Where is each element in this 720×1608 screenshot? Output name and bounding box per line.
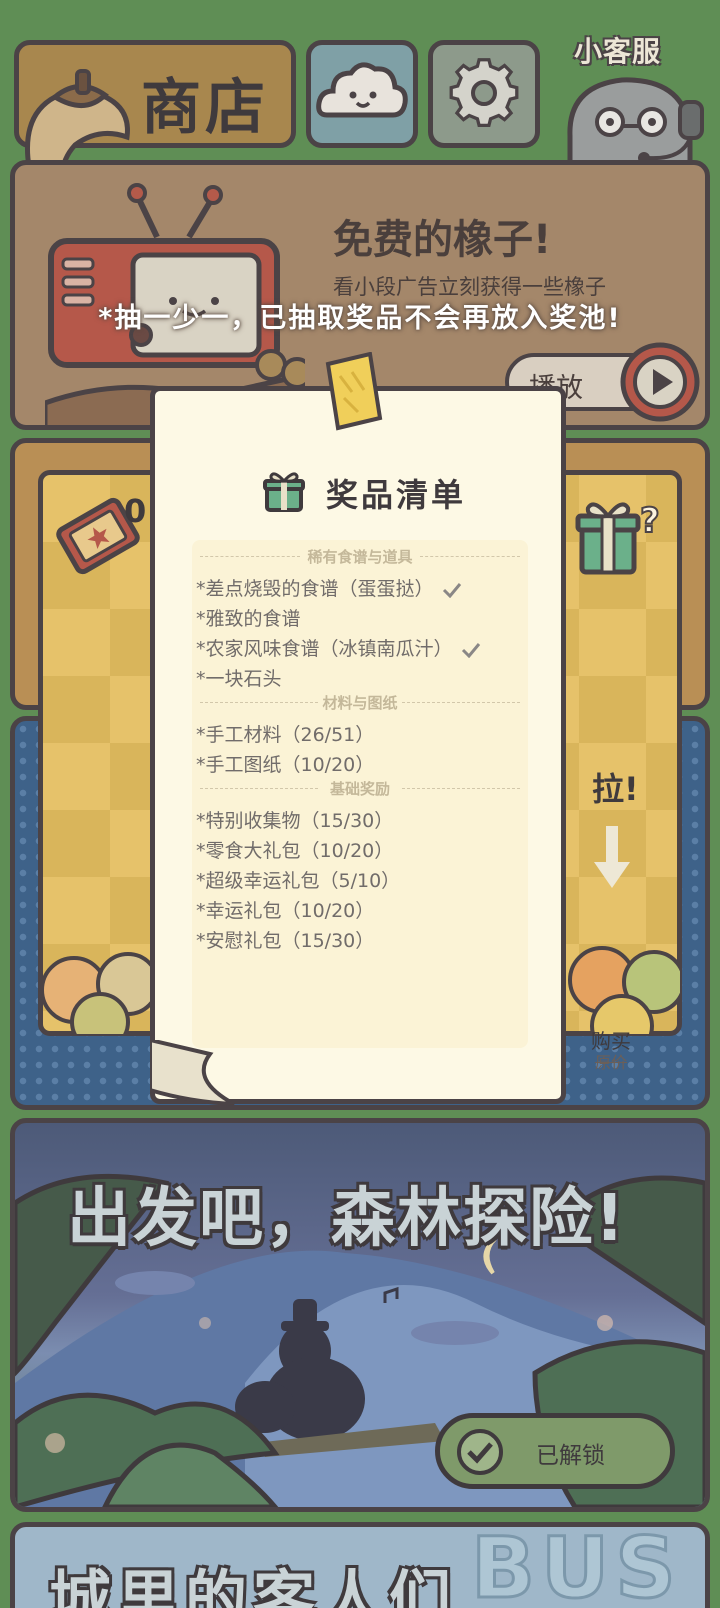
shop-label: 商店 (141, 73, 269, 143)
forest-title: 出发吧，森林探险! (67, 1182, 627, 1256)
section-header-rare: 稀有食谱与道具 (198, 546, 522, 567)
settings-button[interactable] (428, 40, 540, 148)
unlocked-button[interactable]: 已解锁 (435, 1413, 675, 1489)
city-guests-card[interactable]: BUS 城里的客人们 (10, 1522, 710, 1608)
prize-item: *差点烧毁的食谱（蛋蛋挞） (196, 574, 462, 601)
prize-item: *手工图纸（10/20） (196, 754, 375, 776)
prize-item: *手工材料（26/51） (196, 724, 375, 746)
arrow-down-icon[interactable] (592, 826, 632, 892)
prize-list: 稀有食谱与道具 *差点烧毁的食谱（蛋蛋挞） *雅致的食谱 *农家风味食谱（冰镇南… (192, 540, 528, 1048)
capsule-balls-right (568, 946, 680, 1034)
cloud-button[interactable] (306, 40, 418, 148)
prize-list-title: 奖品清单 (326, 476, 467, 514)
buy-original-price-label: 原价 (594, 1053, 627, 1072)
check-icon (461, 642, 480, 658)
city-title: 城里的客人们 (49, 1563, 458, 1608)
section-header-basic: 基础奖励 (198, 778, 522, 799)
mystery-gift-icon[interactable]: ? (574, 492, 674, 580)
svg-text:?: ? (640, 501, 660, 541)
buy-button[interactable]: 购买 原价 (566, 1030, 656, 1074)
play-icon (620, 342, 700, 422)
paper-curl-decoration (150, 1040, 235, 1106)
prize-item: *安慰礼包（15/30） (196, 930, 375, 952)
check-icon (442, 582, 461, 598)
gear-icon (449, 58, 519, 127)
section-header-materials: 材料与图纸 (198, 692, 522, 713)
bus-sign: BUS (470, 1522, 682, 1608)
check-circle-icon (457, 1429, 503, 1475)
pull-label: 拉! (592, 770, 639, 808)
cloud-icon (316, 62, 408, 118)
prize-item: *零食大礼包（10/20） (196, 840, 394, 862)
prize-item: *超级幸运礼包（5/10） (196, 870, 401, 892)
ticket-count: 0 (124, 492, 147, 530)
unlocked-label: 已解锁 (536, 1443, 605, 1469)
tape-icon (325, 352, 383, 431)
lottery-rule-note: *抽一少一，已抽取奖品不会再放入奖池! (98, 303, 622, 334)
prize-item: *幸运礼包（10/20） (196, 900, 375, 922)
shop-button[interactable]: 商店 (14, 40, 296, 199)
prize-item: *农家风味食谱（冰镇南瓜汁） (196, 634, 481, 661)
prize-item: *特别收集物（15/30） (196, 810, 394, 832)
prize-item: *一块石头 (196, 668, 282, 690)
customer-service-label: 小客服 (574, 35, 662, 68)
prize-item: *雅致的食谱 (196, 608, 301, 630)
free-acorns-title: 免费的橡子! (333, 217, 552, 263)
buy-label: 购买 (591, 1029, 631, 1053)
gift-icon (263, 472, 305, 512)
forest-adventure-card[interactable]: 出发吧，森林探险! 已解锁 (10, 1118, 710, 1512)
